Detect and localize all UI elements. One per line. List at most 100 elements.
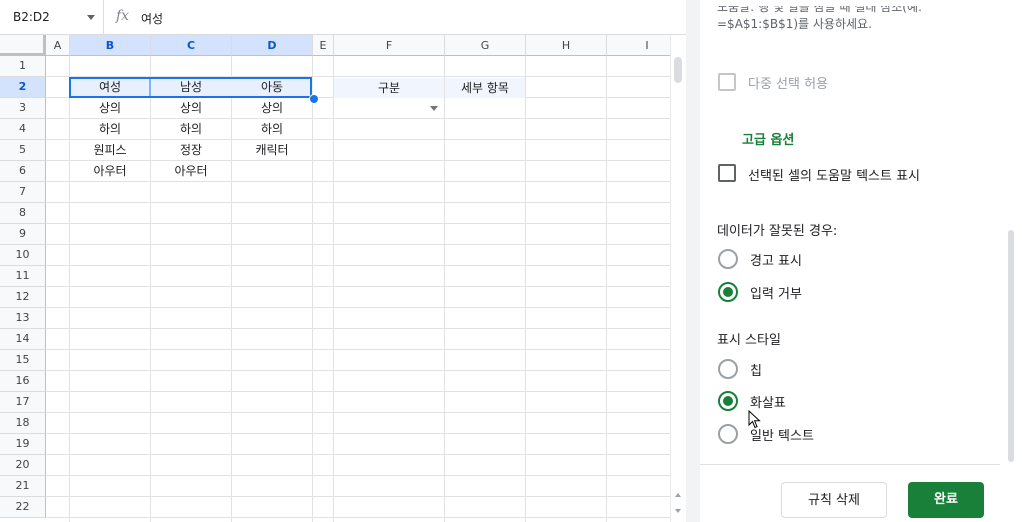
spreadsheet-grid[interactable]: A B C D E F G H I 1 2 3 4 5 6 7 8 9 10 11 12 13 14 15 1… <box>0 35 670 522</box>
row-gridline <box>46 244 670 245</box>
radio-style-plain[interactable] <box>718 424 738 444</box>
row-header-15[interactable]: 15 <box>0 350 46 371</box>
chevron-down-icon[interactable] <box>87 15 95 20</box>
row-gridline <box>46 496 670 497</box>
row-header-22[interactable]: 22 <box>0 497 46 518</box>
radio-show-warning-label: 경고 표시 <box>750 254 802 269</box>
help-text-line-1: 도움말: 행 및 열을 잠글 때 절대 참조(예: <box>717 6 923 14</box>
radio-style-arrow[interactable] <box>718 391 738 411</box>
row-gridline <box>46 412 670 413</box>
radio-style-chip-label: 칩 <box>750 364 762 379</box>
panel-scrollbar-thumb[interactable] <box>1008 230 1014 462</box>
column-header-i[interactable]: I <box>607 35 670 56</box>
grid-vertical-scrollbar[interactable] <box>670 35 686 522</box>
multi-select-checkbox[interactable] <box>718 73 736 91</box>
row-header-2[interactable]: 2 <box>0 77 46 98</box>
row-header-7[interactable]: 7 <box>0 182 46 203</box>
cell-g2[interactable]: 세부 항목 <box>445 78 525 98</box>
row-gridline <box>46 328 670 329</box>
row-gridline <box>46 202 670 203</box>
row-header-8[interactable]: 8 <box>0 203 46 224</box>
row-gridline <box>46 370 670 371</box>
panel-gutter <box>686 0 700 522</box>
column-header-h[interactable]: H <box>526 35 607 56</box>
cell-c3[interactable]: 상의 <box>151 98 231 119</box>
fill-handle[interactable] <box>309 94 319 104</box>
selection-divider <box>149 77 151 98</box>
display-style-heading: 표시 스타일 <box>717 333 781 348</box>
done-button[interactable]: 완료 <box>908 482 984 518</box>
scroll-up-icon[interactable] <box>675 493 681 497</box>
scrollbar-thumb[interactable] <box>674 57 682 83</box>
dropdown-arrow-icon[interactable] <box>430 106 438 111</box>
row-header-21[interactable]: 21 <box>0 476 46 497</box>
row-gridline <box>46 475 670 476</box>
row-header-20[interactable]: 20 <box>0 455 46 476</box>
row-gridline <box>46 349 670 350</box>
row-header-12[interactable]: 12 <box>0 287 46 308</box>
name-box-value: B2:D2 <box>13 10 50 24</box>
row-gridline <box>46 433 670 434</box>
column-header-d[interactable]: D <box>232 35 313 56</box>
row-header-13[interactable]: 13 <box>0 308 46 329</box>
help-text-clipped: 도움말: 행 및 열을 잠글 때 절대 참조(예: =$A$1:$B$1)를 사… <box>717 6 922 33</box>
remove-rule-button[interactable]: 규칙 삭제 <box>781 482 887 518</box>
radio-reject-input[interactable] <box>718 282 738 302</box>
column-header-c[interactable]: C <box>151 35 232 56</box>
cell-d3[interactable]: 상의 <box>232 98 312 119</box>
row-header-9[interactable]: 9 <box>0 224 46 245</box>
cell-b4[interactable]: 하의 <box>70 119 150 140</box>
row-gridline <box>46 265 670 266</box>
cell-b5[interactable]: 원피스 <box>70 140 150 161</box>
cell-d5[interactable]: 캐릭터 <box>232 140 312 161</box>
cell-b3[interactable]: 상의 <box>70 98 150 119</box>
data-validation-panel: 도움말: 행 및 열을 잠글 때 절대 참조(예: =$A$1:$B$1)를 사… <box>700 0 1022 522</box>
row-header-19[interactable]: 19 <box>0 434 46 455</box>
row-header-11[interactable]: 11 <box>0 266 46 287</box>
row-header-6[interactable]: 6 <box>0 161 46 182</box>
row-header-10[interactable]: 10 <box>0 245 46 266</box>
row-gridline <box>46 454 670 455</box>
show-help-checkbox[interactable] <box>718 164 736 182</box>
row-header-16[interactable]: 16 <box>0 371 46 392</box>
column-header-e[interactable]: E <box>313 35 334 56</box>
row-gridline <box>46 517 670 518</box>
row-gridline <box>46 307 670 308</box>
row-header-14[interactable]: 14 <box>0 329 46 350</box>
help-text-line-2: =$A$1:$B$1)를 사용하세요. <box>717 17 872 31</box>
selection-outline <box>69 77 312 98</box>
fx-icon: fx <box>116 8 130 24</box>
row-gridline <box>46 286 670 287</box>
cell-c5[interactable]: 정장 <box>151 140 231 161</box>
radio-show-warning[interactable] <box>718 249 738 269</box>
formula-bar: B2:D2 fx 여성 <box>0 0 686 35</box>
cell-c6[interactable]: 아우터 <box>151 161 231 182</box>
cell-b6[interactable]: 아우터 <box>70 161 150 182</box>
row-header-3[interactable]: 3 <box>0 98 46 119</box>
select-all-corner[interactable] <box>0 35 46 56</box>
column-header-b[interactable]: B <box>70 35 151 56</box>
row-header-18[interactable]: 18 <box>0 413 46 434</box>
cell-f2[interactable]: 구분 <box>334 78 444 98</box>
mouse-cursor-icon <box>748 410 761 429</box>
row-header-17[interactable]: 17 <box>0 392 46 413</box>
row-header-4[interactable]: 4 <box>0 119 46 140</box>
row-gridline <box>46 223 670 224</box>
multi-select-label: 다중 선택 허용 <box>748 77 829 92</box>
name-box[interactable]: B2:D2 <box>0 0 104 34</box>
radio-reject-input-label: 입력 거부 <box>750 287 802 302</box>
cell-c4[interactable]: 하의 <box>151 119 231 140</box>
show-help-label: 선택된 셀의 도움말 텍스트 표시 <box>748 169 921 184</box>
panel-footer-divider <box>700 464 1000 465</box>
column-header-g[interactable]: G <box>445 35 526 56</box>
radio-style-chip[interactable] <box>718 359 738 379</box>
row-header-5[interactable]: 5 <box>0 140 46 161</box>
row-header-1[interactable]: 1 <box>0 56 46 77</box>
advanced-options-toggle[interactable]: 고급 옵션 <box>742 129 794 148</box>
column-header-a[interactable]: A <box>46 35 70 56</box>
column-header-f[interactable]: F <box>334 35 445 56</box>
cell-d4[interactable]: 하의 <box>232 119 312 140</box>
formula-input[interactable]: 여성 <box>141 10 163 27</box>
scroll-down-icon[interactable] <box>675 509 681 513</box>
row-gridline <box>46 391 670 392</box>
